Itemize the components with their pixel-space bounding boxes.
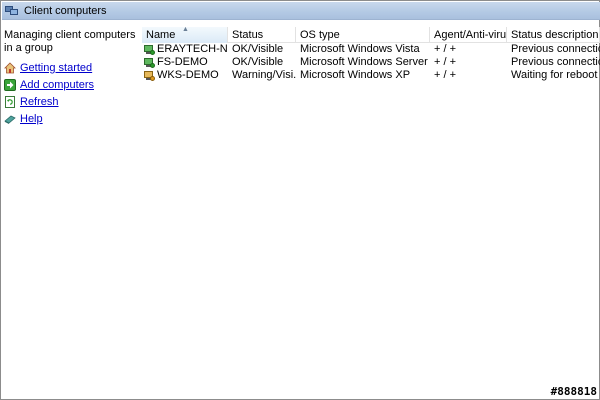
column-header-os-type[interactable]: OS type: [296, 27, 430, 43]
column-header-status-description[interactable]: Status description: [507, 27, 600, 43]
add-arrow-icon: [4, 78, 16, 91]
name-cell: WKS-DEMO: [142, 69, 228, 82]
refresh-icon: [5, 95, 15, 108]
computer-ok-icon: [144, 57, 155, 68]
computer-ok-icon: [144, 44, 155, 55]
monitors-icon: [5, 5, 19, 17]
table-row[interactable]: ERAYTECH-NB2 OK/Visible Microsoft Window…: [142, 43, 600, 56]
add-computers-link[interactable]: Add computers: [20, 79, 94, 91]
house-icon: [4, 61, 16, 73]
agent-cell: + / +: [434, 43, 457, 55]
description-cell: Previous connection to A: [511, 56, 600, 68]
description-cell: Previous connection to A: [511, 43, 600, 55]
column-header-agent-antivirus[interactable]: Agent/Anti-virus: [430, 27, 507, 43]
table-row[interactable]: FS-DEMO OK/Visible Microsoft Windows Ser…: [142, 56, 600, 69]
status-cell: OK/Visible: [232, 56, 284, 68]
description-cell: Waiting for reboot (Win: [511, 69, 600, 81]
help-link[interactable]: Help: [20, 113, 43, 125]
refresh-link[interactable]: Refresh: [20, 96, 59, 108]
title-bar: Client computers: [2, 2, 600, 20]
os-cell: Microsoft Windows XP: [300, 69, 411, 81]
name-cell: FS-DEMO: [142, 56, 228, 69]
task-pane: Managing client computers in a group Get…: [2, 27, 140, 397]
getting-started-link[interactable]: Getting started: [20, 62, 92, 74]
book-icon: [4, 115, 16, 124]
name-cell: ERAYTECH-NB2: [142, 43, 228, 56]
client-computers-window: Client computers Managing client compute…: [0, 0, 600, 400]
list-header: ▲ Name Status OS type Agent/Anti-virus S…: [142, 27, 600, 43]
image-id-watermark: #888818: [550, 385, 597, 398]
task-help[interactable]: Help: [2, 110, 140, 127]
os-cell: Microsoft Windows Server 2003: [300, 56, 430, 68]
computer-warning-icon: [144, 70, 155, 81]
task-getting-started[interactable]: Getting started: [2, 59, 140, 76]
column-header-status[interactable]: Status: [228, 27, 296, 43]
status-cell: Warning/Visi...: [232, 69, 296, 81]
computers-list: ▲ Name Status OS type Agent/Anti-virus S…: [142, 27, 600, 397]
sort-ascending-icon: ▲: [182, 27, 189, 33]
agent-cell: + / +: [434, 56, 457, 68]
task-pane-heading: Managing client computers in a group: [4, 29, 136, 54]
window-title: Client computers: [24, 4, 107, 17]
task-refresh[interactable]: Refresh: [2, 93, 140, 110]
task-add-computers[interactable]: Add computers: [2, 76, 140, 93]
table-row[interactable]: WKS-DEMO Warning/Visi... Microsoft Windo…: [142, 69, 600, 82]
status-cell: OK/Visible: [232, 43, 284, 55]
column-header-name[interactable]: ▲ Name: [142, 27, 228, 43]
os-cell: Microsoft Windows Vista: [300, 43, 420, 55]
agent-cell: + / +: [434, 69, 457, 81]
